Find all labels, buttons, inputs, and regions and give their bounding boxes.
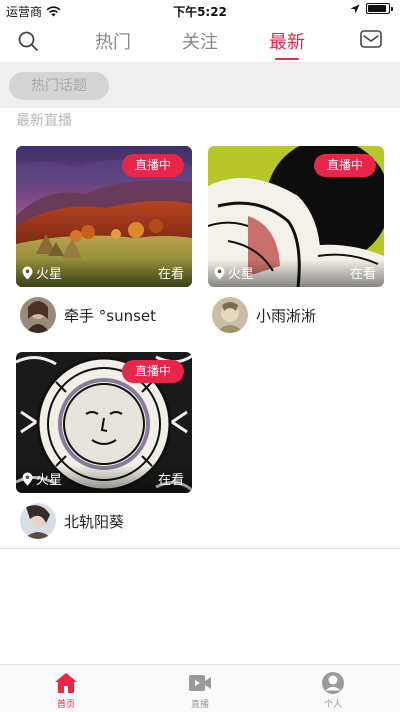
live-cover[interactable]: 直播中 火星 在看 xyxy=(16,146,192,287)
location-label: 火星 xyxy=(214,263,254,282)
tab-latest[interactable]: 最新 xyxy=(269,28,305,60)
battery-icon xyxy=(366,3,393,14)
live-badge: 直播中 xyxy=(122,360,184,383)
list-divider xyxy=(0,548,400,549)
live-badge: 直播中 xyxy=(314,154,376,177)
live-card[interactable]: 直播中 火星 在看 北轨阳葵 xyxy=(16,352,192,539)
live-badge: 直播中 xyxy=(122,154,184,177)
home-icon xyxy=(55,673,77,693)
location-text: 火星 xyxy=(228,267,255,282)
search-icon[interactable] xyxy=(16,29,40,53)
streamer-name[interactable]: 牵手 °sunset xyxy=(64,305,156,326)
streamer-name[interactable]: 北轨阳葵 xyxy=(64,511,124,532)
avatar[interactable] xyxy=(20,503,56,539)
streamer-name[interactable]: 小雨淅淅 xyxy=(256,305,316,326)
tab-live-label: 直播 xyxy=(190,700,209,710)
location-pin-icon xyxy=(214,266,225,279)
live-card[interactable]: 直播中 火星 在看 小雨淅淅 xyxy=(208,146,384,333)
avatar[interactable] xyxy=(212,297,248,333)
status-right xyxy=(350,3,393,14)
location-label: 火星 xyxy=(22,469,62,488)
section-title: 最新直播 xyxy=(16,113,72,129)
streamer-row[interactable]: 牵手 °sunset xyxy=(20,297,156,333)
live-card[interactable]: 直播中 火星 在看 牵手 °sunset xyxy=(16,146,192,333)
tab-live[interactable]: 直播 xyxy=(160,671,240,710)
tab-home[interactable]: 首页 xyxy=(26,671,106,710)
status-bar: 运营商 下午5:22 xyxy=(0,0,400,20)
avatar[interactable] xyxy=(20,297,56,333)
tab-profile[interactable]: 个人 xyxy=(293,671,373,710)
avatar-image xyxy=(20,503,56,539)
battery-level xyxy=(368,5,386,12)
avatar-image xyxy=(20,297,56,333)
avatar-image xyxy=(212,297,248,333)
status-time: 下午5:22 xyxy=(173,5,227,19)
streamer-row[interactable]: 北轨阳葵 xyxy=(20,503,124,539)
topic-strip: 热门话题 xyxy=(0,62,400,108)
location-pin-icon xyxy=(22,472,33,485)
tab-hot[interactable]: 热门 xyxy=(95,28,131,60)
mail-icon[interactable] xyxy=(360,30,382,48)
streamer-row[interactable]: 小雨淅淅 xyxy=(212,297,316,333)
watching-label: 在看 xyxy=(349,267,376,282)
tab-follow[interactable]: 关注 xyxy=(182,28,218,60)
person-icon xyxy=(322,672,344,694)
live-cover[interactable]: 直播中 火星 在看 xyxy=(16,352,192,493)
nav-tabs: 热门 关注 最新 xyxy=(95,28,305,60)
watching-label: 在看 xyxy=(157,267,184,282)
watching-label: 在看 xyxy=(157,473,184,488)
hot-topic-button[interactable]: 热门话题 xyxy=(9,72,109,100)
tab-home-label: 首页 xyxy=(56,700,75,710)
video-camera-icon xyxy=(189,675,211,691)
tab-profile-label: 个人 xyxy=(323,700,342,710)
location-arrow-icon xyxy=(350,4,360,13)
location-text: 火星 xyxy=(36,473,63,488)
live-cover[interactable]: 直播中 火星 在看 xyxy=(208,146,384,287)
location-pin-icon xyxy=(22,266,33,279)
bottom-tab-bar: 首页 直播 个人 xyxy=(0,664,400,712)
location-label: 火星 xyxy=(22,263,62,282)
top-nav-bar: 热门 关注 最新 xyxy=(0,20,400,62)
location-text: 火星 xyxy=(36,267,63,282)
